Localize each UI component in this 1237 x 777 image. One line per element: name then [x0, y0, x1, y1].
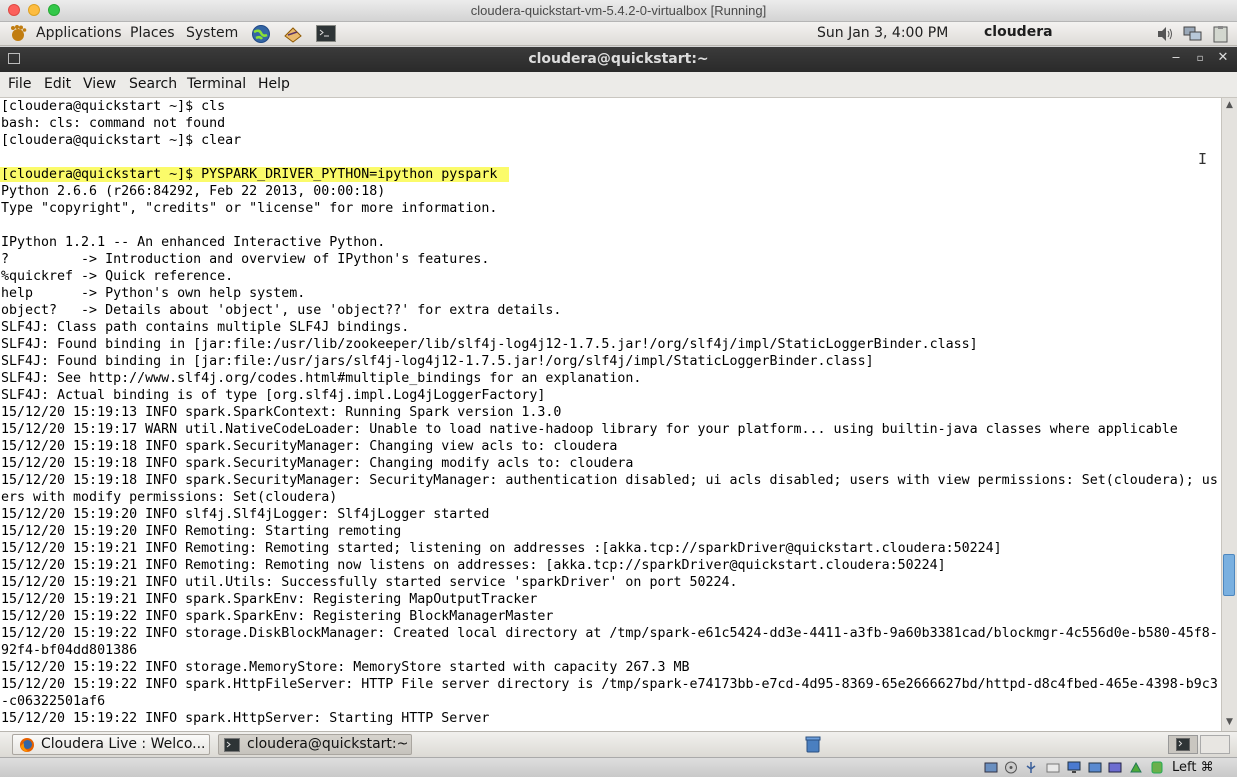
scroll-down-arrow-icon[interactable]: ▼	[1223, 716, 1236, 729]
taskbar-item-terminal[interactable]: cloudera@quickstart:~	[218, 734, 412, 755]
minimize-icon[interactable]: ‒	[1168, 50, 1184, 65]
highlighted-command: [cloudera@quickstart ~]$ PYSPARK_DRIVER_…	[0, 167, 510, 182]
workspace-switcher[interactable]	[1168, 735, 1198, 754]
terminal-line: SLF4J: Actual binding is of type [org.sl…	[1, 388, 546, 403]
menu-view[interactable]: View	[83, 76, 116, 92]
terminal-line: object? -> Details about 'object', use '…	[1, 303, 562, 318]
volume-icon[interactable]	[1155, 25, 1175, 43]
scroll-up-arrow-icon[interactable]: ▲	[1223, 99, 1236, 112]
shared-folder-icon[interactable]	[1046, 761, 1060, 774]
taskbar-label: cloudera@quickstart:~	[247, 736, 409, 752]
workspace-terminal-icon	[1176, 738, 1190, 751]
host-titlebar: cloudera-quickstart-vm-5.4.2-0-virtualbo…	[0, 0, 1237, 22]
terminal-line: Type "copyright", "credits" or "license"…	[1, 201, 498, 216]
firefox-icon	[20, 738, 34, 752]
terminal-icon	[224, 738, 240, 752]
terminal-line: SLF4J: See http://www.slf4j.org/codes.ht…	[1, 371, 642, 386]
menu-file[interactable]: File	[8, 76, 31, 92]
terminal-line: 15/12/20 15:19:18 INFO spark.SecurityMan…	[1, 456, 634, 471]
terminal-launcher-icon[interactable]	[315, 24, 337, 44]
terminal-line: SLF4J: Found binding in [jar:file:/usr/j…	[1, 354, 874, 369]
places-menu[interactable]: Places	[130, 25, 175, 41]
taskbar-item-browser[interactable]: Cloudera Live : Welco...	[12, 734, 210, 755]
terminal-line: 15/12/20 15:19:21 INFO spark.SparkEnv: R…	[1, 592, 538, 607]
terminal-scrollbar[interactable]: ▲ ▼	[1221, 98, 1237, 731]
virtualbox-status-bar: Left ⌘	[0, 757, 1237, 777]
terminal-line: ? -> Introduction and overview of IPytho…	[1, 252, 490, 267]
hard-disk-icon[interactable]	[984, 761, 998, 774]
terminal-line: 15/12/20 15:19:20 INFO Remoting: Startin…	[1, 524, 402, 539]
web-browser-launcher-icon[interactable]	[250, 24, 272, 44]
terminal-line: SLF4J: Found binding in [jar:file:/usr/l…	[1, 337, 978, 352]
usb-icon[interactable]	[1024, 761, 1038, 774]
terminal-line: %quickref -> Quick reference.	[1, 269, 234, 284]
workspace-2[interactable]	[1200, 735, 1230, 754]
terminal-line: [cloudera@quickstart ~]$ cls	[1, 99, 226, 114]
host-window-title: cloudera-quickstart-vm-5.4.2-0-virtualbo…	[470, 3, 767, 18]
terminal-line: 15/12/20 15:19:22 INFO spark.HttpFileSer…	[1, 677, 1218, 692]
mail-launcher-icon[interactable]	[282, 24, 304, 44]
terminal-line: 15/12/20 15:19:20 INFO slf4j.Slf4jLogger…	[1, 507, 490, 522]
terminal-titlebar[interactable]: cloudera@quickstart:~ ‒ ▫ ✕	[0, 47, 1237, 72]
terminal-line: 15/12/20 15:19:22 INFO storage.DiskBlock…	[1, 626, 1218, 641]
terminal-line: 15/12/20 15:19:22 INFO storage.MemorySto…	[1, 660, 690, 675]
terminal-line: -c06322501af6	[1, 694, 106, 709]
network-adapter-icon[interactable]	[1088, 761, 1102, 774]
text-cursor-icon: I	[1197, 150, 1207, 168]
terminal-line: bash: cls: command not found	[1, 116, 226, 131]
terminal-line: 15/12/20 15:19:13 INFO spark.SparkContex…	[1, 405, 562, 420]
terminal-line: 15/12/20 15:19:17 WARN util.NativeCodeLo…	[1, 422, 1178, 437]
terminal-line: 15/12/20 15:19:18 INFO spark.SecurityMan…	[1, 439, 618, 454]
gnome-foot-icon[interactable]	[8, 24, 28, 44]
menu-search[interactable]: Search	[129, 76, 177, 92]
terminal-line: 15/12/20 15:19:21 INFO Remoting: Remotin…	[1, 541, 1002, 556]
terminal-lines: [cloudera@quickstart ~]$ cls bash: cls: c…	[0, 98, 1220, 727]
terminal-line: ers with modify permissions: Set(clouder…	[1, 490, 338, 505]
terminal-line: 15/12/20 15:19:18 INFO spark.SecurityMan…	[1, 473, 1218, 488]
network-icon[interactable]	[1183, 25, 1203, 43]
terminal-line: IPython 1.2.1 -- An enhanced Interactive…	[1, 235, 386, 250]
clipboard-icon[interactable]	[1211, 25, 1231, 43]
terminal-line: Python 2.6.6 (r266:84292, Feb 22 2013, 0…	[1, 184, 386, 199]
menu-edit[interactable]: Edit	[44, 76, 71, 92]
optical-drive-icon[interactable]	[1004, 761, 1018, 774]
host-key-label: Left ⌘	[1172, 760, 1214, 775]
scroll-thumb[interactable]	[1223, 554, 1235, 596]
clock[interactable]: Sun Jan 3, 4:00 PM	[817, 25, 948, 41]
menu-help[interactable]: Help	[258, 76, 290, 92]
maximize-icon[interactable]: ▫	[1192, 53, 1208, 64]
terminal-line: 15/12/20 15:19:22 INFO spark.HttpServer:…	[1, 711, 490, 726]
top-panel: Applications Places System Sun Jan 3, 4:…	[0, 22, 1237, 46]
mouse-integration-icon[interactable]	[1150, 761, 1164, 774]
close-icon[interactable]: ✕	[1215, 50, 1231, 65]
menu-terminal[interactable]: Terminal	[187, 76, 246, 92]
user-switcher[interactable]: cloudera	[984, 24, 1053, 40]
taskbar-label: Cloudera Live : Welco...	[41, 736, 206, 752]
terminal-line: 15/12/20 15:19:21 INFO Remoting: Remotin…	[1, 558, 946, 573]
system-menu[interactable]: System	[186, 25, 238, 41]
trash-icon[interactable]	[804, 735, 822, 753]
video-capture-icon[interactable]	[1108, 761, 1122, 774]
bottom-taskbar: Cloudera Live : Welco... cloudera@quicks…	[0, 731, 1237, 757]
terminal-line: 15/12/20 15:19:21 INFO util.Utils: Succe…	[1, 575, 738, 590]
terminal-line: [cloudera@quickstart ~]$ clear	[1, 133, 242, 148]
terminal-output[interactable]: [cloudera@quickstart ~]$ cls bash: cls: c…	[0, 98, 1221, 731]
terminal-line: 92f4-bf04dd801386	[1, 643, 138, 658]
terminal-line: help -> Python's own help system.	[1, 286, 306, 301]
applications-menu[interactable]: Applications	[36, 25, 122, 41]
terminal-line: 15/12/20 15:19:22 INFO spark.SparkEnv: R…	[1, 609, 554, 624]
terminal-line: [cloudera@quickstart ~]$ PYSPARK_DRIVER_…	[0, 166, 1220, 183]
terminal-window-title: cloudera@quickstart:~	[528, 51, 709, 67]
terminal-menubar: File Edit View Search Terminal Help	[0, 72, 1237, 98]
display-icon[interactable]	[1067, 761, 1081, 774]
cpu-icon[interactable]	[1129, 761, 1143, 774]
terminal-line: SLF4J: Class path contains multiple SLF4…	[1, 320, 410, 335]
